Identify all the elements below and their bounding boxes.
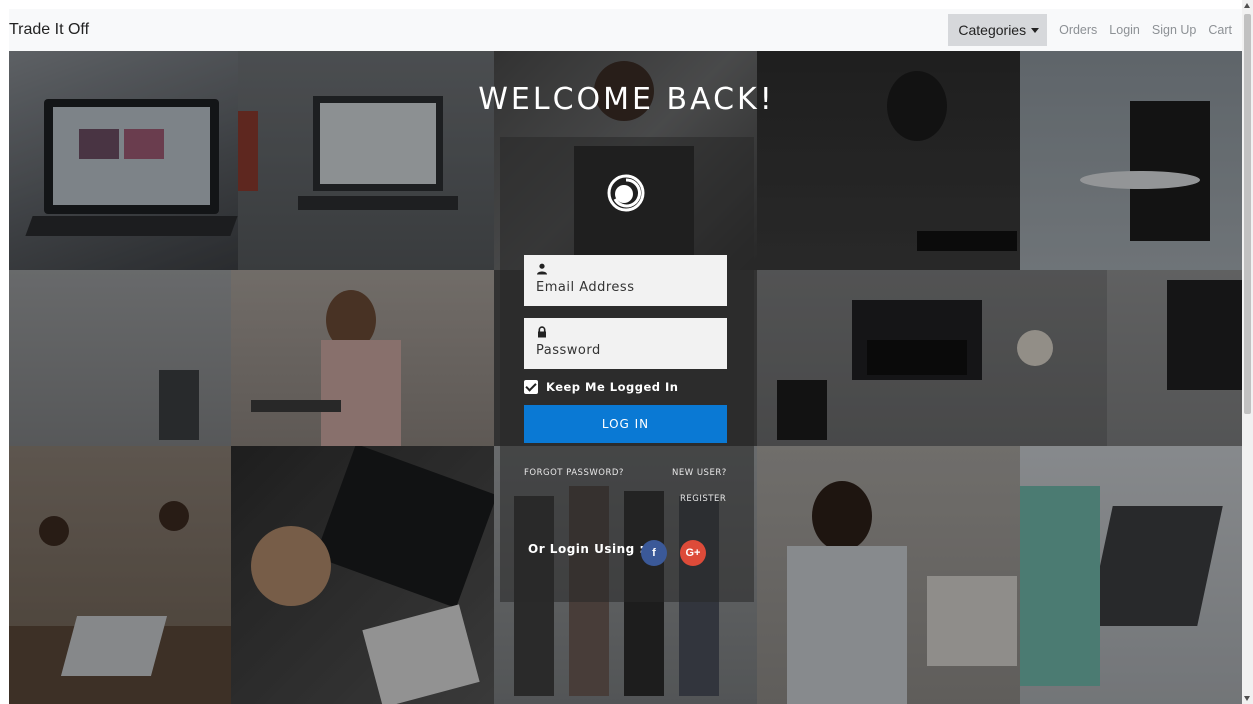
categories-label: Categories xyxy=(958,22,1027,38)
nav-link-login[interactable]: Login xyxy=(1103,9,1146,51)
password-input[interactable] xyxy=(536,343,716,358)
welcome-title: WELCOME BACK! xyxy=(478,82,775,117)
page-scrollbar[interactable] xyxy=(1242,0,1253,704)
password-field[interactable] xyxy=(524,318,727,369)
scroll-up-arrow-icon[interactable] xyxy=(1244,3,1250,8)
new-user-text: NEW USER? xyxy=(672,468,727,478)
scroll-down-arrow-icon[interactable] xyxy=(1244,696,1250,701)
top-navbar: Trade It Off Categories Orders Login Sig… xyxy=(9,9,1242,51)
nav-link-cart[interactable]: Cart xyxy=(1202,9,1242,51)
keep-logged-in-label: Keep Me Logged In xyxy=(546,380,679,394)
facebook-icon: f xyxy=(652,547,656,559)
keep-logged-in-checkbox[interactable] xyxy=(524,380,538,394)
nav-links: Categories Orders Login Sign Up Cart xyxy=(948,9,1242,51)
spiral-logo-icon xyxy=(607,174,645,212)
login-button[interactable]: LOG IN xyxy=(524,405,727,443)
register-link[interactable]: REGISTER xyxy=(680,494,726,504)
caret-down-icon xyxy=(1031,27,1040,33)
email-input[interactable] xyxy=(536,280,716,295)
scrollbar-thumb[interactable] xyxy=(1244,14,1251,414)
forgot-password-link[interactable]: FORGOT PASSWORD? xyxy=(524,468,624,478)
email-field[interactable] xyxy=(524,255,727,306)
nav-link-signup[interactable]: Sign Up xyxy=(1146,9,1202,51)
categories-dropdown[interactable]: Categories xyxy=(948,14,1048,46)
keep-logged-in[interactable]: Keep Me Logged In xyxy=(524,379,678,395)
google-plus-icon: G+ xyxy=(685,547,701,559)
social-login-label: Or Login Using : xyxy=(528,542,645,556)
user-icon xyxy=(537,263,547,275)
facebook-login-button[interactable]: f xyxy=(641,540,667,566)
lock-icon xyxy=(538,326,546,338)
brand-link[interactable]: Trade It Off xyxy=(9,9,89,51)
google-plus-login-button[interactable]: G+ xyxy=(680,540,706,566)
nav-link-orders[interactable]: Orders xyxy=(1053,9,1103,51)
